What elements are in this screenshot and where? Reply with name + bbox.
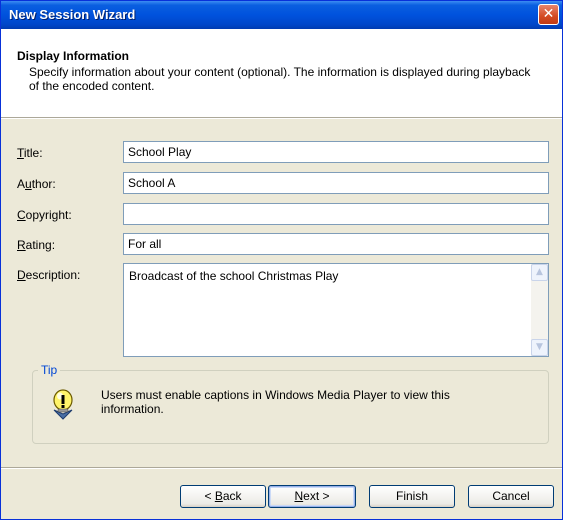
title-label: Title: bbox=[17, 146, 43, 160]
tip-label: Tip bbox=[38, 363, 61, 377]
wizard-header: Display Information Specify information … bbox=[1, 29, 562, 117]
rating-field[interactable]: For all bbox=[123, 233, 549, 255]
rating-label: Rating: bbox=[17, 238, 56, 252]
copyright-field[interactable] bbox=[123, 203, 549, 225]
back-button[interactable]: < Back bbox=[180, 485, 266, 508]
description-textarea[interactable]: Broadcast of the school Christmas Play ▲… bbox=[123, 263, 549, 357]
footer-divider bbox=[1, 467, 562, 469]
finish-button[interactable]: Finish bbox=[369, 485, 455, 508]
author-label: Author: bbox=[17, 177, 56, 191]
cancel-button[interactable]: Cancel bbox=[468, 485, 554, 508]
description-scrollbar[interactable]: ▲ ▼ bbox=[531, 264, 548, 356]
page-title: Display Information bbox=[17, 49, 130, 63]
author-field[interactable]: School A bbox=[123, 172, 549, 194]
copyright-label: Copyright: bbox=[17, 208, 72, 222]
title-bar[interactable]: New Session Wizard ✕ bbox=[1, 1, 562, 29]
scroll-up-button[interactable]: ▲ bbox=[531, 264, 548, 281]
scroll-down-button[interactable]: ▼ bbox=[531, 339, 548, 356]
tip-text: Users must enable captions in Windows Me… bbox=[101, 388, 450, 416]
description-label: Description: bbox=[17, 268, 81, 282]
window-title: New Session Wizard bbox=[9, 7, 136, 22]
close-button[interactable]: ✕ bbox=[538, 4, 559, 25]
new-session-wizard-window: New Session Wizard ✕ Display Information… bbox=[0, 0, 563, 520]
header-divider bbox=[1, 117, 562, 119]
lightbulb-icon bbox=[48, 388, 78, 422]
description-text: Broadcast of the school Christmas Play bbox=[129, 269, 339, 283]
title-field[interactable]: School Play bbox=[123, 141, 549, 163]
next-button[interactable]: Next > bbox=[268, 485, 356, 508]
page-description: Specify information about your content (… bbox=[29, 65, 531, 93]
